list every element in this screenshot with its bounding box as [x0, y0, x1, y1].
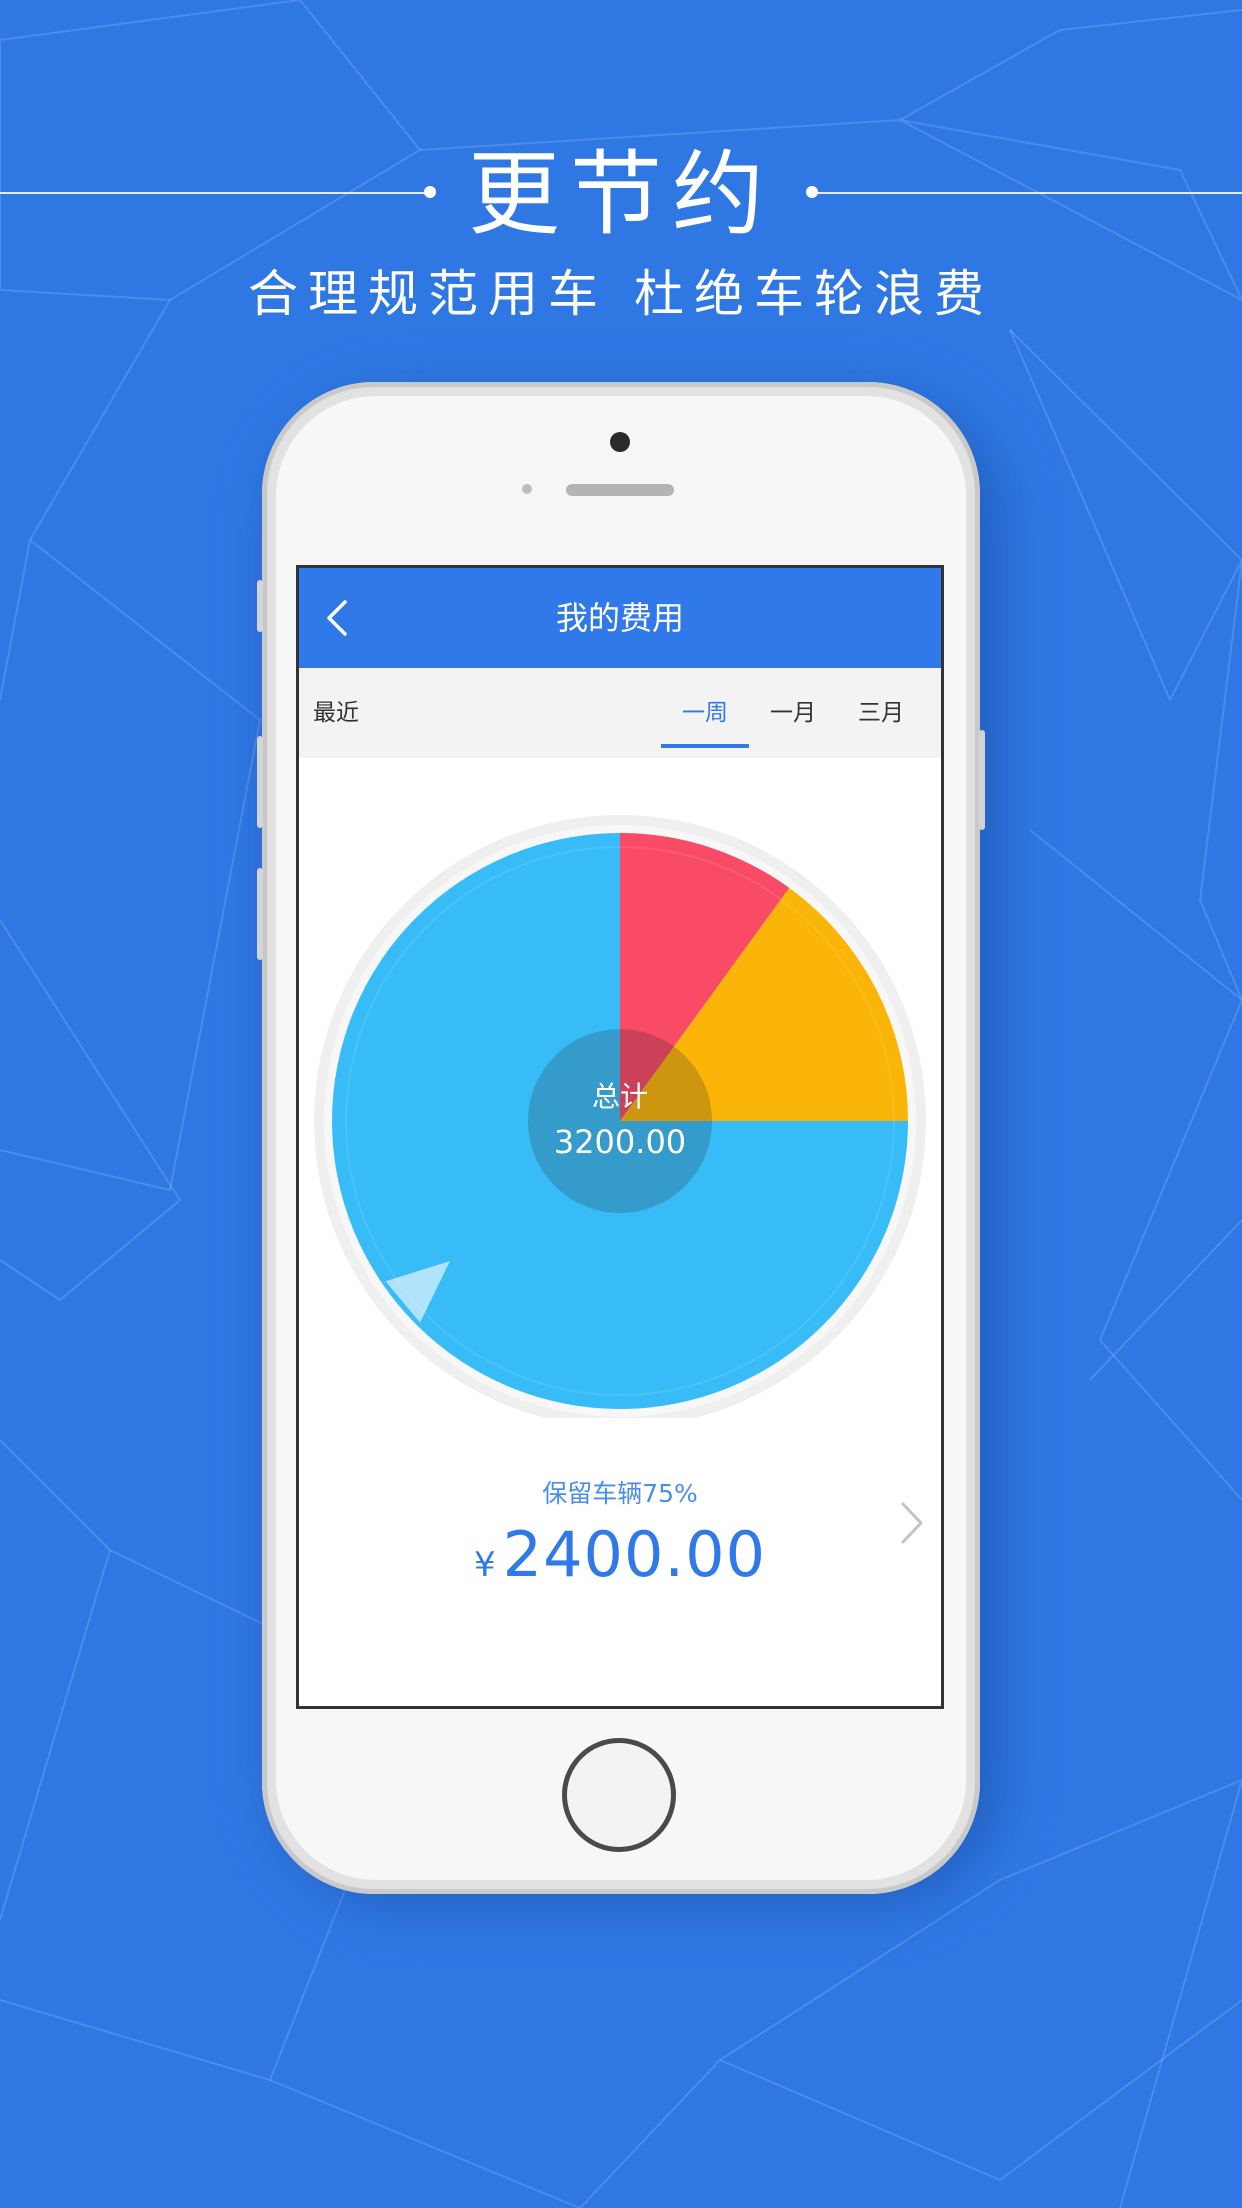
selected-slice-label: 保留车辆75%	[542, 1479, 698, 1508]
chart-center-value: 3200.00	[553, 1123, 687, 1161]
tab-week[interactable]: 一周	[661, 668, 749, 758]
chevron-left-icon[interactable]	[319, 598, 359, 638]
promo-subheadline: 合理规范用车 杜绝车轮浪费	[248, 265, 994, 323]
proximity-sensor	[522, 484, 532, 494]
tab-three-months[interactable]: 三月	[837, 668, 925, 758]
front-camera	[610, 432, 630, 452]
tab-month[interactable]: 一月	[749, 668, 837, 758]
mute-switch	[257, 580, 263, 632]
tab-three-months-label: 三月	[858, 700, 904, 726]
currency-symbol: ¥	[473, 1545, 497, 1585]
page-title: 我的费用	[555, 599, 684, 637]
active-tab-indicator	[661, 744, 749, 748]
volume-up-button	[257, 736, 263, 828]
chart-center-hub	[528, 1029, 712, 1213]
promo-headline: 更节约	[467, 141, 774, 248]
nav-bar: 我的费用	[299, 568, 941, 668]
period-label: 最近	[313, 700, 359, 726]
selected-slice-amount: ¥2400.00	[299, 1518, 941, 1591]
chart-center-title: 总计	[591, 1080, 648, 1113]
tab-month-label: 一月	[770, 700, 816, 726]
chevron-right-icon[interactable]	[897, 1498, 927, 1548]
app-screen: 我的费用 最近 一周 一月 三月 总计 3200.00 保留车辆75% ¥240…	[296, 565, 944, 1709]
volume-down-button	[257, 868, 263, 960]
period-selector: 最近 一周 一月 三月	[299, 668, 941, 758]
tab-week-label: 一周	[682, 700, 728, 726]
home-button[interactable]	[562, 1738, 676, 1852]
earpiece-speaker	[566, 484, 674, 496]
amount-value: 2400.00	[502, 1518, 767, 1591]
power-button	[979, 730, 985, 830]
